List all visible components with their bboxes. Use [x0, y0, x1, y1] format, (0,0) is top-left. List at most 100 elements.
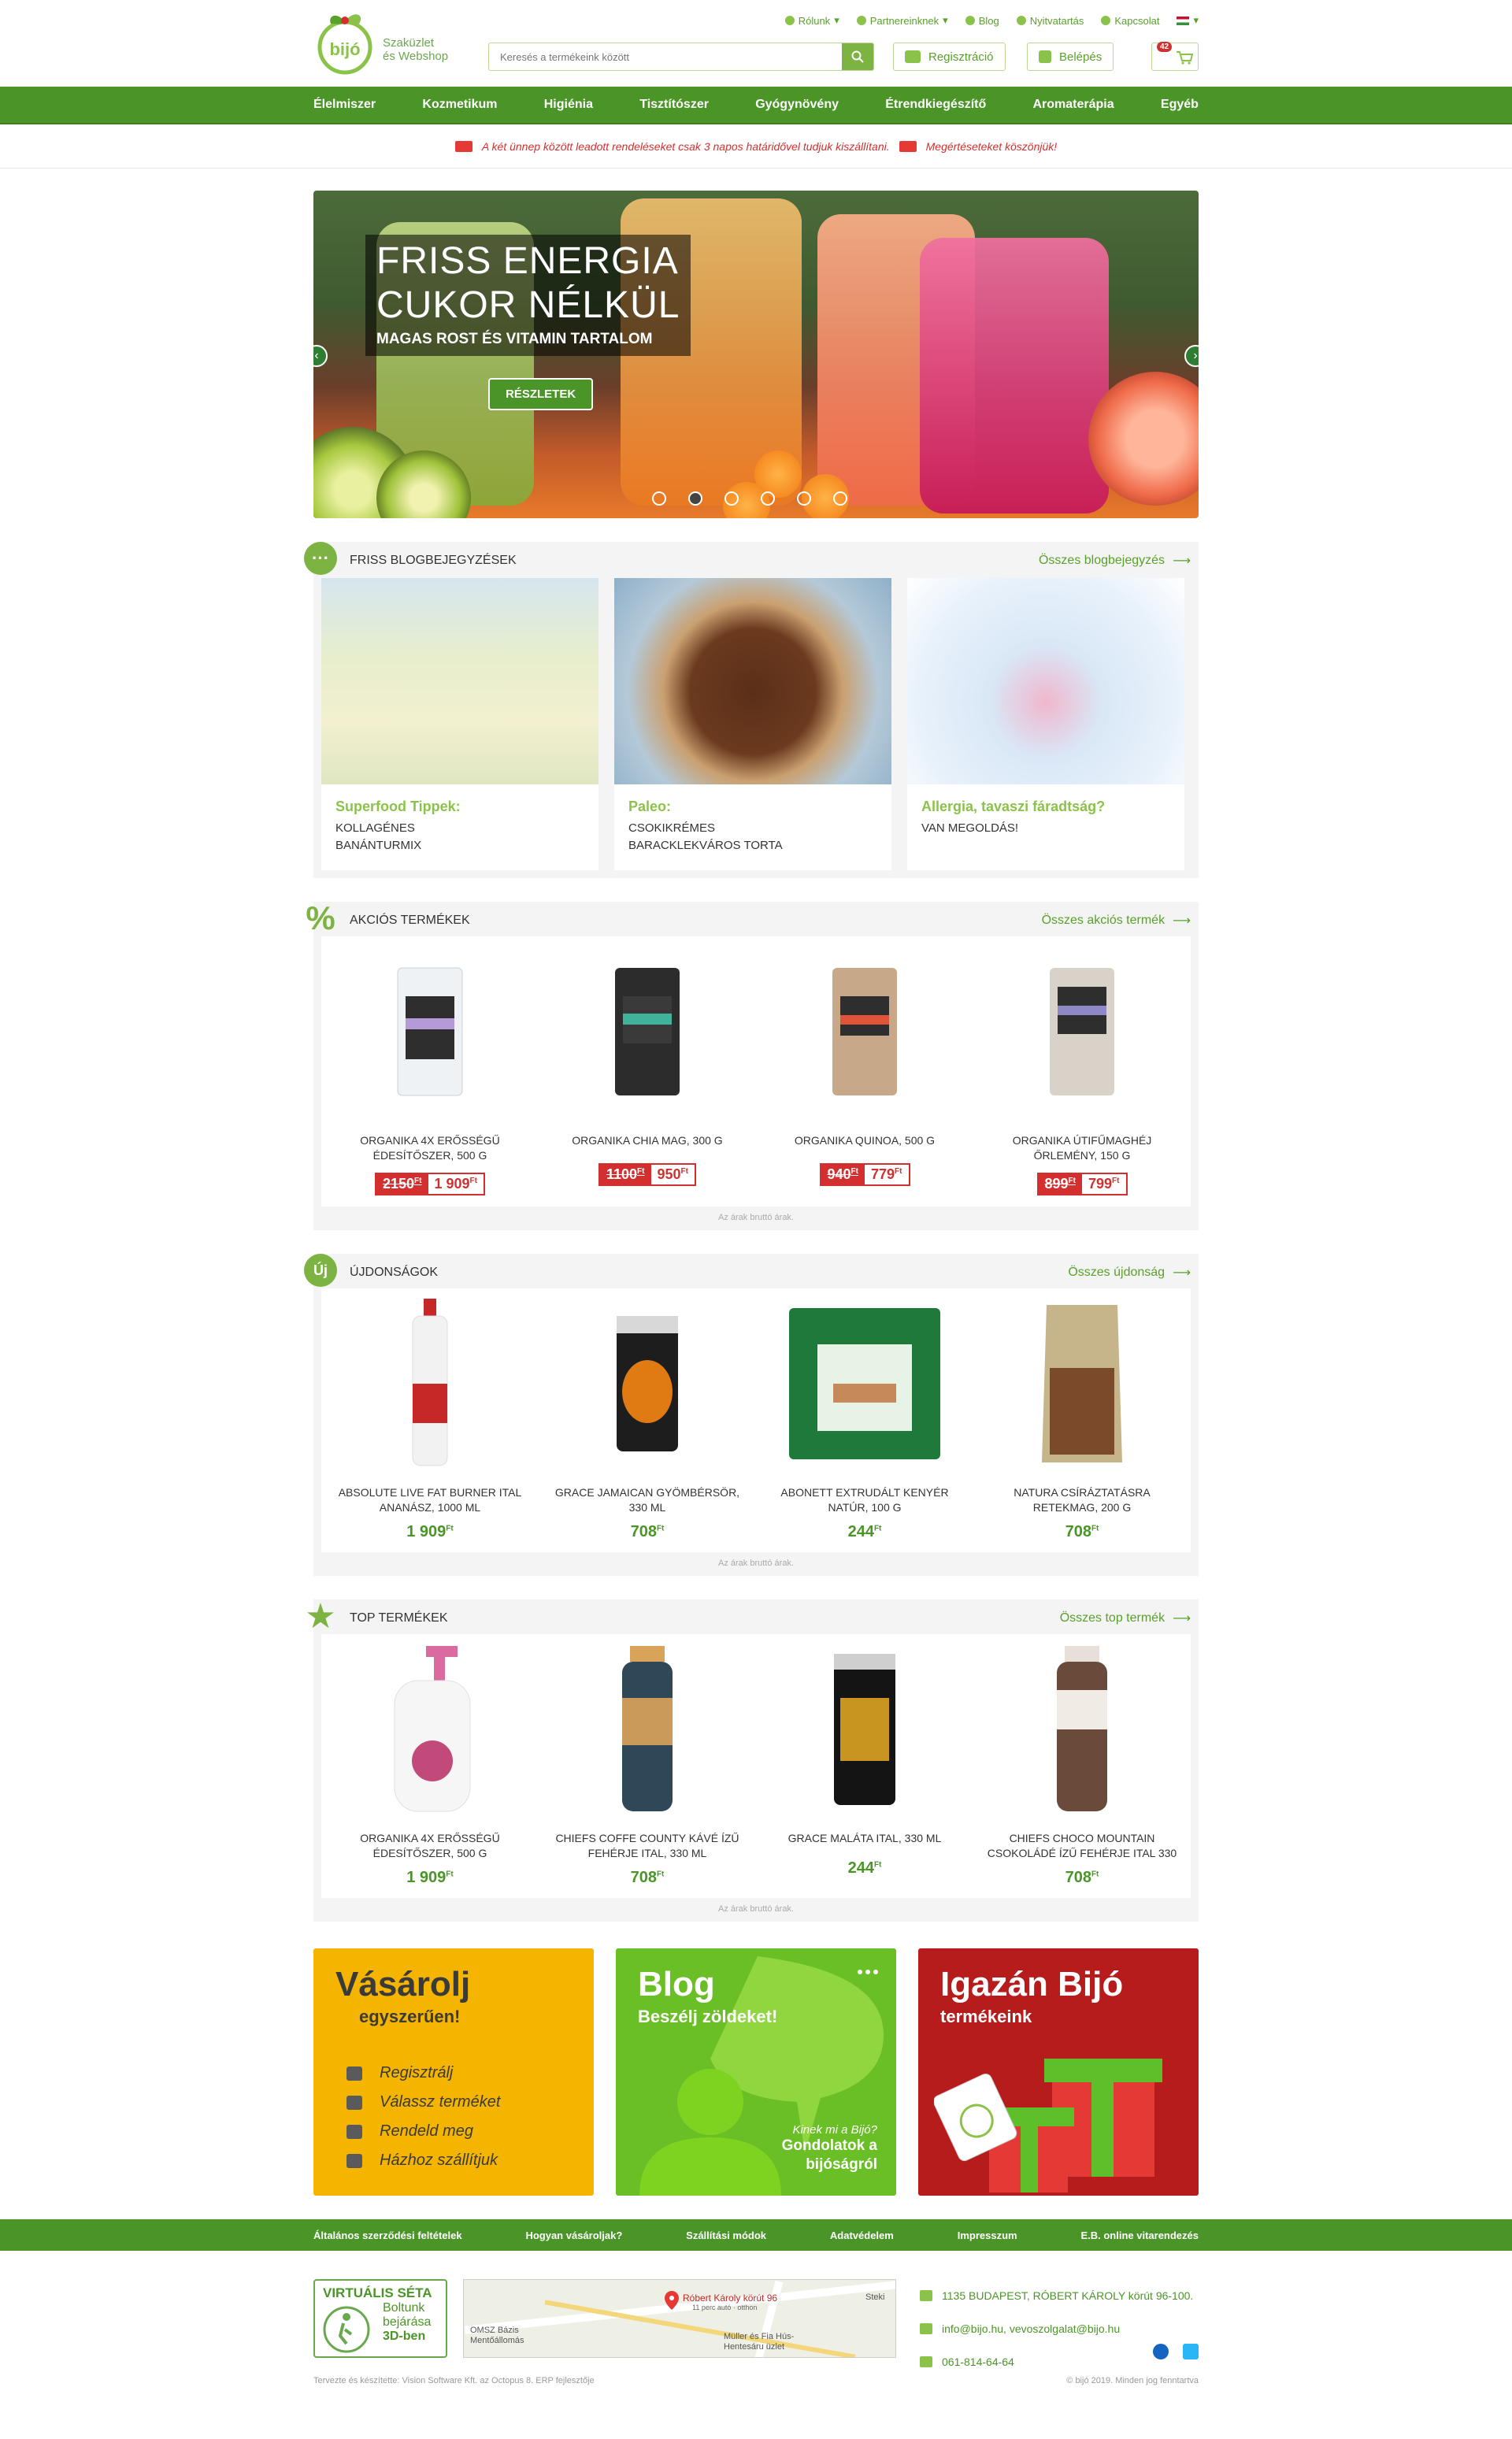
product-card[interactable]: ABONETT EXTRUDÁLT KENYÉR NATÚR, 100 G 24…: [756, 1301, 973, 1541]
hero-caption: FRISS ENERGIA CUKOR NÉLKÜL MAGAS ROST ÉS…: [365, 235, 691, 356]
sale-section: % AKCIÓS TERMÉKEK Összes akciós termék ⟶ …: [306, 899, 1199, 1230]
product-image: [321, 949, 539, 1114]
topnav-nyitvatartas[interactable]: Nyitvatartás: [1016, 14, 1084, 27]
notice-thanks: Megértéseteket köszönjük!: [925, 139, 1058, 153]
footer-link-aszf[interactable]: Általános szerződési feltételek: [313, 2230, 462, 2241]
map-pin-icon: [665, 2291, 679, 2310]
tagline-1: Szaküzlet: [383, 36, 435, 50]
search-input[interactable]: [489, 43, 836, 70]
nav-egyeb[interactable]: Egyéb: [1161, 98, 1199, 112]
sale-price: 1100Ft 950Ft: [598, 1163, 696, 1186]
product-image: [756, 949, 973, 1114]
topnav-rolunk[interactable]: Rólunk ▾: [784, 14, 839, 27]
product-card[interactable]: ORGANIKA 4X ERŐSSÉGŰ ÉDESÍTŐSZER, 500 G …: [321, 949, 539, 1195]
nav-gyogynoveny[interactable]: Gyógynövény: [755, 98, 839, 112]
topnav-partnereinknek[interactable]: Partnereinknek ▾: [856, 14, 948, 27]
promo-blog[interactable]: Blog Beszélj zöldeket! Kinek mi a Bijó? …: [616, 1948, 896, 2196]
nav-tisztitoszer[interactable]: Tisztítószer: [639, 98, 709, 112]
product-image: [321, 1646, 539, 1812]
sale-price: 2150Ft 1 909Ft: [375, 1173, 485, 1195]
nav-higienia[interactable]: Higiénia: [544, 98, 593, 112]
all-top-link[interactable]: Összes top termék ⟶: [1060, 1611, 1191, 1626]
product-card[interactable]: ABSOLUTE LIVE FAT BURNER ITAL ANANÁSZ, 1…: [321, 1299, 539, 1541]
twitter-icon[interactable]: [1183, 2344, 1199, 2359]
promo-boxes: Vásárolj egyszerűen! Regisztrálj Válassz…: [313, 1948, 1199, 2196]
map-place: OMSZ Bázis Mentőállomás: [470, 2326, 524, 2345]
virtual-tour-box[interactable]: VIRTUÁLIS SÉTA Boltunk bejárása 3D-ben: [313, 2279, 447, 2358]
topnav-blog[interactable]: Blog: [965, 14, 999, 27]
cart-count-badge: 42: [1157, 42, 1173, 52]
topnav-kapcsolat[interactable]: Kapcsolat: [1101, 14, 1159, 27]
footer-link-howto[interactable]: Hogyan vásároljak?: [525, 2230, 622, 2241]
blog-image: [614, 578, 891, 784]
section-title: TOP TERMÉKEK: [350, 1611, 448, 1625]
virtual-tour-title: VIRTUÁLIS SÉTA: [323, 2285, 432, 2300]
product-name: NATURA CSÍRÁZTATÁSRA RETEKMAG, 200 G: [1014, 1486, 1151, 1514]
slider-dot[interactable]: [724, 491, 739, 506]
top-products-section: ★ TOP TERMÉKEK Összes top termék ⟶ ORGANI…: [305, 1597, 1199, 1922]
cart-button[interactable]: 42: [1151, 42, 1199, 71]
phone-icon: [920, 2356, 932, 2367]
product-name: ORGANIKA 4X ERŐSSÉGŰ ÉDESÍTŐSZER, 500 G: [360, 1832, 500, 1859]
product-name: ABSOLUTE LIVE FAT BURNER ITAL ANANÁSZ, 1…: [338, 1486, 522, 1514]
slider-prev-button[interactable]: ‹: [313, 345, 328, 367]
nav-elelmiszer[interactable]: Élelmiszer: [313, 98, 376, 112]
product-card[interactable]: CHIEFS COFFE COUNTY KÁVÉ ÍZŰ FEHÉRJE ITA…: [539, 1646, 756, 1887]
nav-aromaterapia[interactable]: Aromaterápia: [1033, 98, 1114, 112]
nav-etrendkiegeszito[interactable]: Étrendkiegészítő: [885, 98, 986, 112]
hero-details-button[interactable]: RÉSZLETEK: [488, 378, 594, 410]
slider-dot[interactable]: [688, 491, 702, 506]
credits: Tervezte és készítette: Vision Software …: [313, 2376, 595, 2385]
product-image: [973, 949, 1191, 1114]
slider-next-button[interactable]: ›: [1184, 345, 1199, 367]
footer-link-privacy[interactable]: Adatvédelem: [830, 2230, 894, 2241]
product-image: [539, 949, 756, 1114]
search-button[interactable]: [842, 43, 873, 70]
footer-link-shipping[interactable]: Szállítási módok: [686, 2230, 766, 2241]
product-card[interactable]: NATURA CSÍRÁZTATÁSRA RETEKMAG, 200 G 708…: [973, 1301, 1191, 1541]
product-card[interactable]: CHIEFS CHOCO MOUNTAIN CSOKOLÁDÉ ÍZŰ FEHÉ…: [973, 1646, 1191, 1887]
product-card[interactable]: GRACE MALÁTA ITAL, 330 ML 244Ft: [756, 1647, 973, 1887]
social-links: [1153, 2344, 1199, 2359]
slider-dot[interactable]: [833, 491, 847, 506]
slider-dot[interactable]: [797, 491, 811, 506]
product-card[interactable]: ORGANIKA QUINOA, 500 G 940Ft 779Ft: [756, 949, 973, 1195]
all-sale-link[interactable]: Összes akciós termék ⟶: [1042, 913, 1191, 929]
blog-card[interactable]: Paleo: CSOKIKRÉMES BARACKLEKVÁROS TORTA: [614, 578, 891, 870]
promo-subtitle: Beszélj zöldeket!: [638, 2007, 778, 2026]
register-button[interactable]: Regisztráció: [893, 43, 1006, 71]
facebook-icon[interactable]: [1153, 2344, 1169, 2359]
all-new-link[interactable]: Összes újdonság ⟶: [1068, 1265, 1191, 1281]
product-price: 1 909Ft: [406, 1523, 454, 1540]
product-card[interactable]: GRACE JAMAICAN GYÖMBÉRSÖR, 330 ML 708Ft: [539, 1301, 756, 1541]
mail-icon: [1101, 16, 1111, 25]
promo-shop-easy[interactable]: Vásárolj egyszerűen! Regisztrálj Válassz…: [313, 1948, 594, 2196]
product-card[interactable]: ORGANIKA ÚTIFŰMAGHÉJ ŐRLEMÉNY, 150 G 899…: [973, 949, 1191, 1195]
new-price: 779Ft: [871, 1166, 902, 1182]
nav-kozmetikum[interactable]: Kozmetikum: [422, 98, 497, 112]
section-title: FRISS BLOGBEJEGYZÉSEK: [350, 554, 517, 567]
language-selector[interactable]: ▾: [1177, 14, 1199, 27]
product-card[interactable]: ORGANIKA CHIA MAG, 300 G 1100Ft 950Ft: [539, 949, 756, 1195]
all-blog-link[interactable]: Összes blogbejegyzés ⟶: [1039, 553, 1191, 569]
location-map[interactable]: Róbert Károly körút 96 11 perc autó · ot…: [463, 2279, 896, 2358]
product-card[interactable]: ORGANIKA 4X ERŐSSÉGŰ ÉDESÍTŐSZER, 500 G …: [321, 1646, 539, 1887]
blog-card[interactable]: Superfood Tippek: KOLLAGÉNES BANÁNTURMIX: [321, 578, 598, 870]
product-price: 708Ft: [630, 1869, 665, 1886]
hero-subtitle: MAGAS ROST ÉS VITAMIN TARTALOM: [376, 331, 653, 347]
promo-bijo-products[interactable]: Igazán Bijó termékeink: [918, 1948, 1199, 2196]
truck-icon: [899, 140, 917, 152]
chat-icon: [965, 16, 975, 25]
logo[interactable]: bijó: [313, 8, 376, 76]
promo-title: Vásárolj: [335, 1965, 471, 2003]
slider-dot[interactable]: [652, 491, 666, 506]
login-button[interactable]: Belépés: [1027, 43, 1114, 71]
footer-link-impresszum[interactable]: Impresszum: [958, 2230, 1017, 2241]
walking-person-icon: [323, 2306, 370, 2353]
section-title: AKCIÓS TERMÉKEK: [350, 914, 470, 927]
footer-link-odr[interactable]: E.B. online vitarendezés: [1080, 2230, 1199, 2241]
blog-card[interactable]: Allergia, tavaszi fáradtság? VAN MEGOLDÁ…: [907, 578, 1184, 870]
slider-dot[interactable]: [761, 491, 775, 506]
product-name: ORGANIKA QUINOA, 500 G: [794, 1134, 936, 1147]
step-order: Rendeld meg: [346, 2117, 572, 2146]
